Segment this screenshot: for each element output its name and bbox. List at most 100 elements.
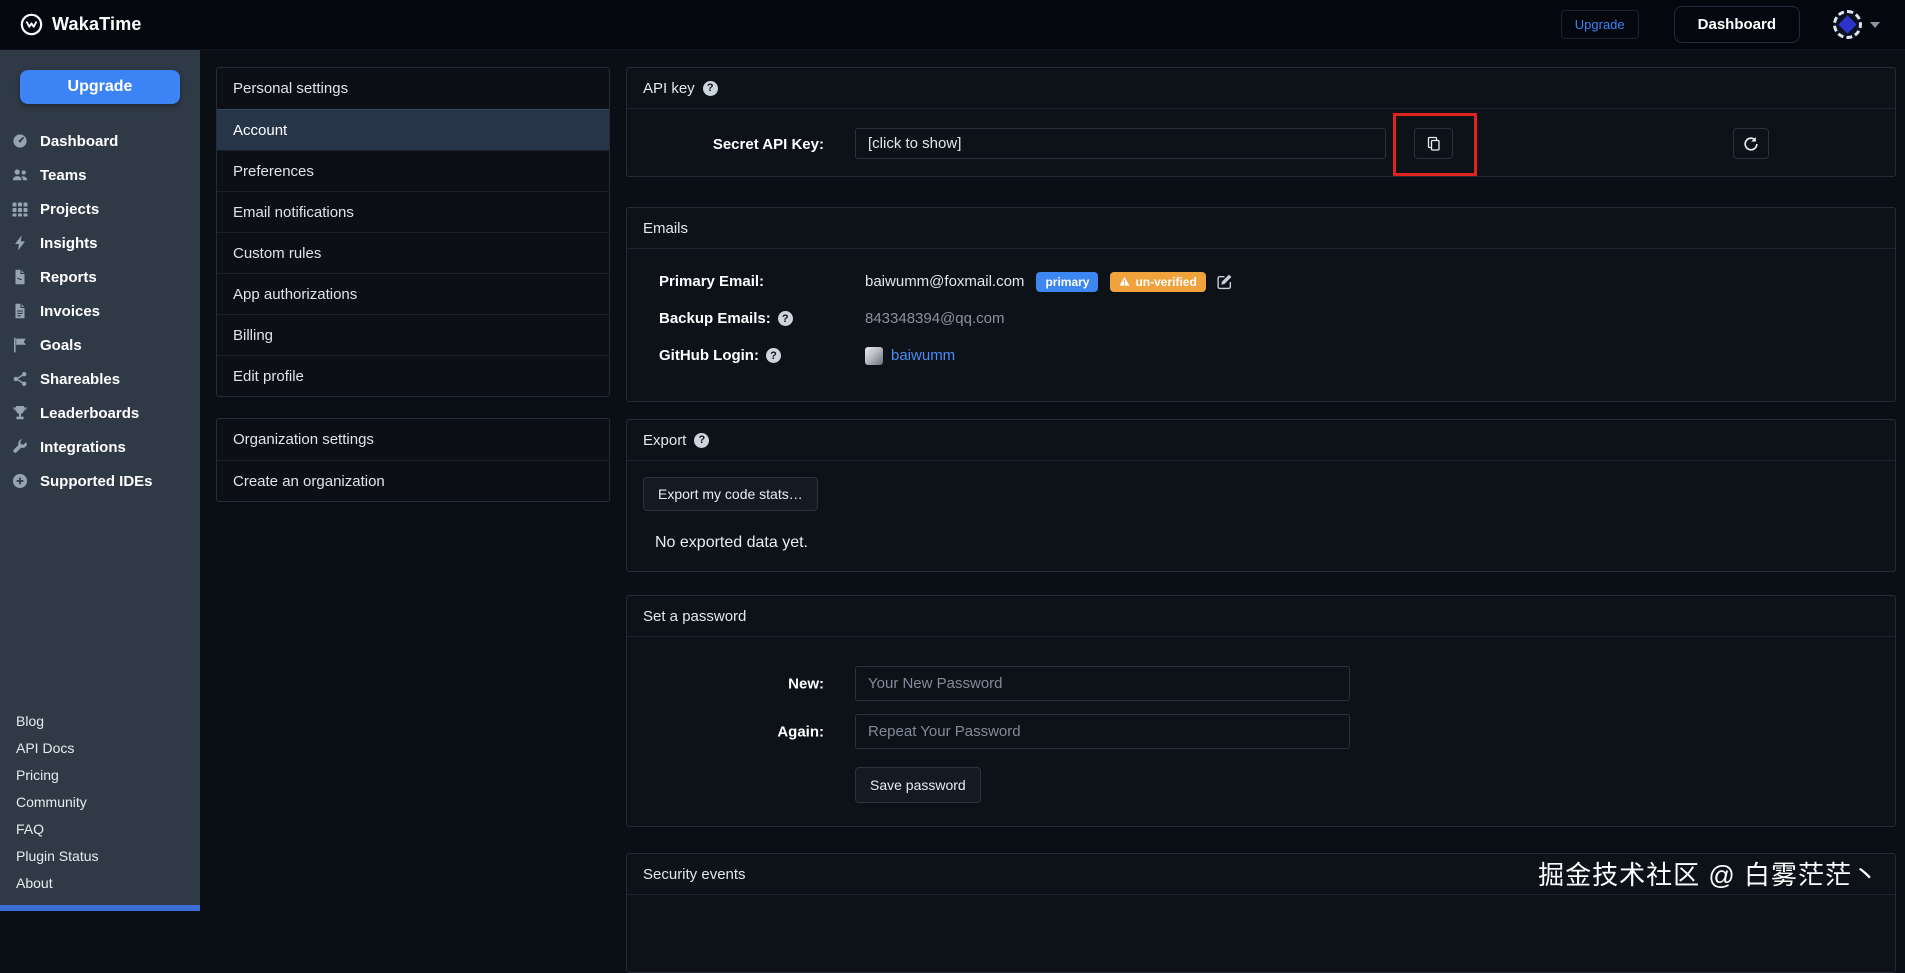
help-question-icon[interactable]: ? — [765, 348, 781, 363]
settings-nav-preferences[interactable]: Preferences — [217, 150, 609, 191]
primary-email-row: Primary Email: baiwumm@foxmail.com prima… — [659, 263, 1895, 300]
topbar: WakaTime Upgrade Dashboard — [0, 0, 1905, 50]
primary-email-label: Primary Email: — [659, 273, 765, 290]
password-header: Set a password — [627, 596, 1895, 637]
settings-nav-edit-profile[interactable]: Edit profile — [217, 355, 609, 396]
sidebar-item-leaderboards[interactable]: Leaderboards — [0, 396, 200, 430]
primary-email-value: baiwumm@foxmail.com primary un-verified — [865, 271, 1233, 292]
edit-email-icon[interactable] — [1216, 273, 1233, 290]
brand-name: WakaTime — [52, 14, 142, 34]
github-login-value: baiwumm — [865, 346, 955, 365]
reports-file-icon — [10, 269, 29, 285]
dashboard-gauge-icon — [10, 133, 29, 149]
topbar-actions: Upgrade Dashboard — [1560, 6, 1880, 43]
topbar-upgrade-button[interactable]: Upgrade — [1560, 10, 1639, 39]
avatar-diamond — [1838, 15, 1857, 34]
sidebar-item-label: Insights — [40, 234, 98, 252]
sidebar-item-shareables[interactable]: Shareables — [0, 362, 200, 396]
invoices-file-icon — [10, 303, 29, 319]
sidebar-item-projects[interactable]: Projects — [0, 192, 200, 226]
export-section: Export ? Export my code stats… No export… — [626, 419, 1896, 572]
sidebar-item-label: Integrations — [40, 438, 126, 456]
chevron-down-icon[interactable] — [1870, 21, 1880, 28]
repeat-password-row: Again: — [627, 714, 1895, 749]
export-code-stats-button[interactable]: Export my code stats… — [643, 477, 818, 511]
sidebar-item-supported-ides[interactable]: Supported IDEs — [0, 464, 200, 498]
primary-badge: primary — [1036, 271, 1099, 292]
password-title: Set a password — [643, 607, 747, 625]
unverified-badge: un-verified — [1110, 271, 1206, 292]
sidebar: Upgrade Dashboard Teams Projects Insight… — [0, 50, 200, 911]
emails-header: Emails — [627, 208, 1895, 249]
new-password-input[interactable] — [855, 666, 1350, 701]
footer-link-pricing[interactable]: Pricing — [16, 767, 59, 783]
wakatime-logo[interactable]: WakaTime — [20, 13, 142, 36]
help-question-icon[interactable]: ? — [694, 432, 710, 448]
settings-nav-app-authorizations[interactable]: App authorizations — [217, 273, 609, 314]
api-key-section: API key ? Secret API Key: [click to show… — [626, 67, 1896, 177]
backup-emails-label: Backup Emails: ? — [659, 310, 865, 327]
share-icon — [10, 371, 29, 387]
save-password-button[interactable]: Save password — [855, 767, 981, 803]
warning-triangle-icon — [1120, 276, 1130, 286]
footer-link-about[interactable]: About — [16, 875, 53, 891]
github-avatar — [865, 346, 883, 365]
repeat-password-input[interactable] — [855, 714, 1350, 749]
sidebar-item-goals[interactable]: Goals — [0, 328, 200, 362]
backup-emails-value: 843348394@qq.com — [865, 310, 1005, 327]
trophy-icon — [10, 405, 29, 421]
export-body: Export my code stats… No exported data y… — [627, 461, 1895, 552]
topbar-dashboard-button[interactable]: Dashboard — [1673, 6, 1800, 43]
help-question-icon[interactable]: ? — [702, 80, 718, 96]
settings-nav-create-organization[interactable]: Create an organization — [217, 460, 609, 501]
security-events-section: Security events — [626, 853, 1896, 973]
emails-body: Primary Email: baiwumm@foxmail.com prima… — [627, 249, 1895, 374]
footer-link-blog[interactable]: Blog — [16, 713, 44, 729]
password-section: Set a password New: Again: Save password — [626, 595, 1896, 827]
sidebar-item-integrations[interactable]: Integrations — [0, 430, 200, 464]
export-empty-text: No exported data yet. — [655, 534, 808, 551]
backup-emails-row: Backup Emails: ? 843348394@qq.com — [659, 300, 1895, 337]
teams-users-icon — [10, 167, 29, 183]
user-avatar[interactable] — [1833, 10, 1862, 39]
security-events-header: Security events — [627, 854, 1895, 895]
footer-link-plugin-status[interactable]: Plugin Status — [16, 848, 99, 864]
sidebar-bottom-strip — [0, 905, 200, 911]
github-login-row: GitHub Login: ? baiwumm — [659, 337, 1895, 374]
footer-link-faq[interactable]: FAQ — [16, 821, 44, 837]
settings-nav-email-notifications[interactable]: Email notifications — [217, 191, 609, 232]
emails-section: Emails Primary Email: baiwumm@foxmail.co… — [626, 207, 1896, 402]
sidebar-item-label: Goals — [40, 336, 82, 354]
sidebar-upgrade-button[interactable]: Upgrade — [20, 70, 180, 104]
secret-api-key-field[interactable]: [click to show] — [855, 128, 1386, 159]
api-key-title: API key — [643, 79, 695, 97]
help-question-icon[interactable]: ? — [777, 311, 793, 326]
regenerate-api-key-button[interactable] — [1733, 128, 1769, 159]
new-password-row: New: — [627, 666, 1895, 701]
export-header: Export ? — [627, 420, 1895, 461]
sidebar-item-label: Supported IDEs — [40, 472, 153, 490]
sidebar-item-invoices[interactable]: Invoices — [0, 294, 200, 328]
insights-bolt-icon — [10, 235, 29, 251]
sidebar-item-label: Teams — [40, 166, 87, 184]
copy-api-key-button[interactable] — [1414, 128, 1453, 159]
copy-icon — [1427, 136, 1440, 151]
sidebar-item-label: Shareables — [40, 370, 121, 388]
sidebar-item-teams[interactable]: Teams — [0, 158, 200, 192]
repeat-password-label: Again: — [777, 723, 824, 740]
organization-settings-box: Organization settings Create an organiza… — [216, 418, 610, 502]
sidebar-item-dashboard[interactable]: Dashboard — [0, 124, 200, 158]
sidebar-item-label: Leaderboards — [40, 404, 140, 422]
settings-nav-account[interactable]: Account — [217, 109, 609, 150]
sidebar-item-label: Invoices — [40, 302, 101, 320]
sidebar-item-insights[interactable]: Insights — [0, 226, 200, 260]
settings-nav-billing[interactable]: Billing — [217, 314, 609, 355]
sidebar-item-label: Projects — [40, 200, 100, 218]
emails-title: Emails — [643, 219, 689, 237]
wrench-icon — [10, 439, 29, 455]
footer-link-community[interactable]: Community — [16, 794, 87, 810]
github-username-link[interactable]: baiwumm — [891, 347, 955, 364]
settings-nav-custom-rules[interactable]: Custom rules — [217, 232, 609, 273]
footer-link-api-docs[interactable]: API Docs — [16, 740, 74, 756]
sidebar-item-reports[interactable]: Reports — [0, 260, 200, 294]
